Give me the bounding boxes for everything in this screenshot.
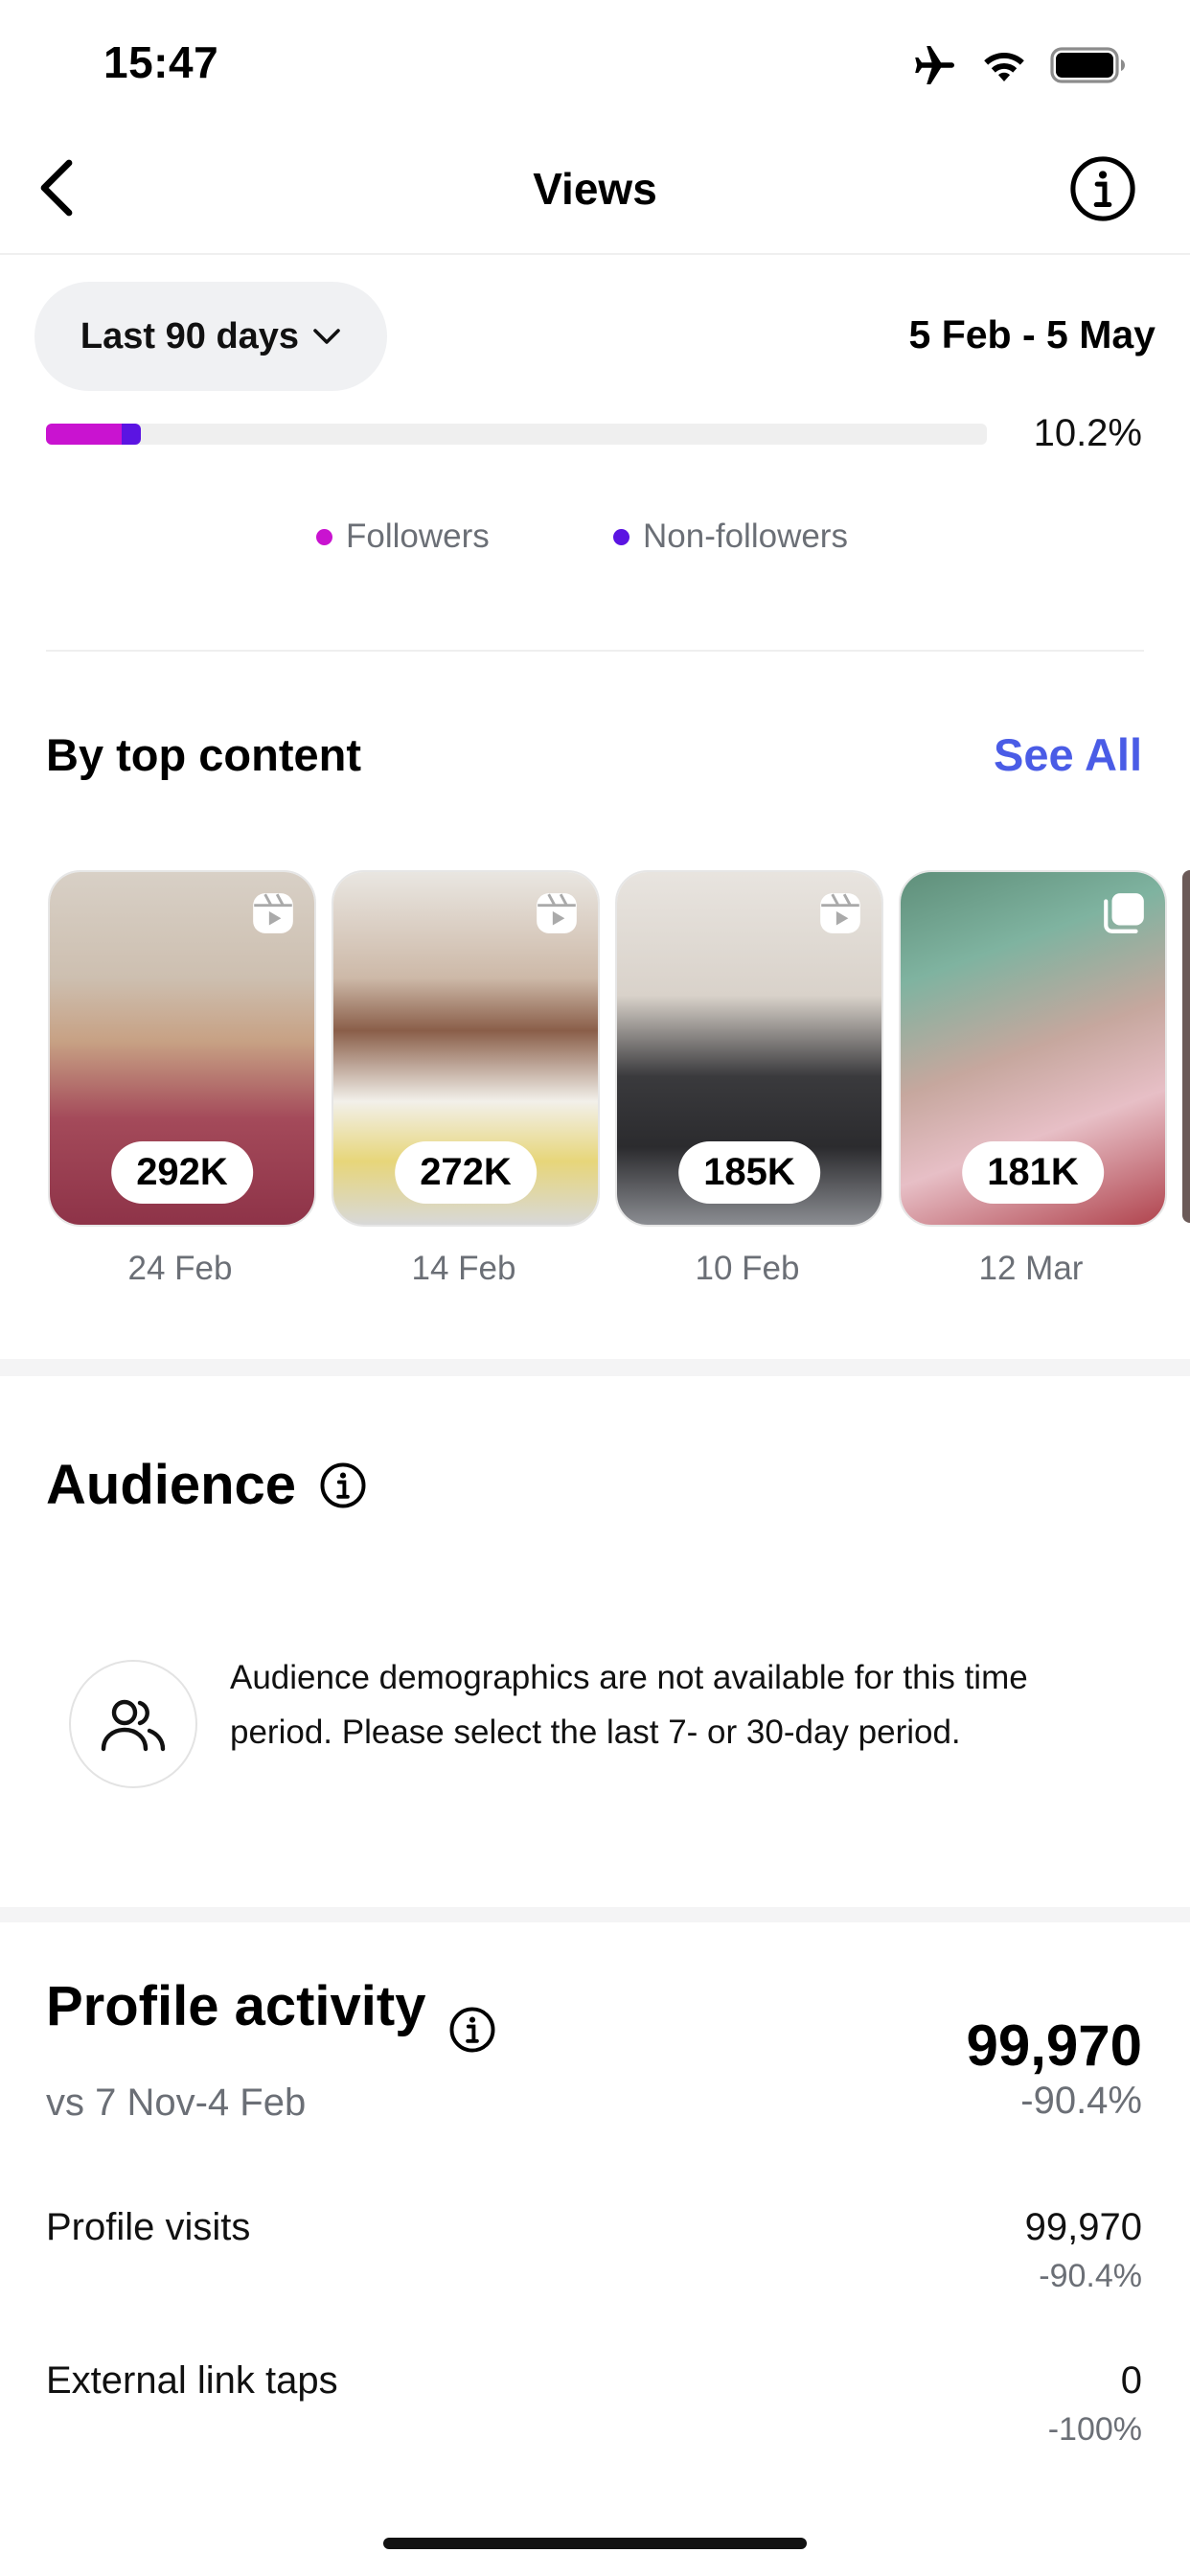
followers-bar-fill [46,424,122,445]
audience-title-text: Audience [46,1454,297,1516]
section-divider [46,650,1144,652]
card-date: 12 Mar [978,1250,1084,1287]
reel-icon [253,893,293,933]
legend-followers-label: Followers [346,518,490,555]
nonfollowers-bar-fill [121,424,142,445]
wifi-icon [984,52,1024,81]
airplane-icon [915,46,954,84]
external-link-taps-label: External link taps [46,2359,338,2402]
info-icon [1070,156,1135,221]
card-date: 10 Feb [695,1250,800,1287]
comparison-period: vs 7 Nov-4 Feb [46,2082,307,2124]
info-icon[interactable] [448,2006,496,2054]
home-indicator[interactable] [383,2538,807,2549]
legend-nonfollowers-label: Non-followers [643,518,848,555]
section-separator [0,1907,1190,1922]
profile-activity-title-text: Profile activity [46,1975,426,2037]
followers-dot [316,528,332,545]
top-content-title: By top content [46,729,361,780]
audience-unavailable-message: Audience demographics are not available … [230,1659,1028,1751]
status-icons [912,44,1127,86]
audience-title: Audience [46,1453,367,1517]
external-link-taps-delta: -100% [1047,2411,1142,2448]
profile-visits-value: 99,970 [1024,2206,1142,2248]
people-icon-circle [69,1660,197,1788]
page-title: Views [533,164,657,214]
reel-icon [537,893,577,933]
selected-date-range: 5 Feb - 5 May [908,312,1156,356]
top-content-card[interactable]: 185K [615,870,883,1227]
nonfollowers-dot [613,528,629,545]
profile-visits-label: Profile visits [46,2206,251,2248]
card-date: 24 Feb [127,1250,233,1287]
nav-divider [0,253,1190,255]
profile-activity-title: Profile activity [46,1974,496,2053]
profile-visits-delta: -90.4% [1039,2258,1142,2294]
battery-icon [1050,47,1125,83]
date-range-dropdown-label: Last 90 days [80,315,300,356]
external-link-taps-value: 0 [1120,2359,1142,2402]
card-date: 14 Feb [411,1250,516,1287]
date-range-dropdown[interactable]: Last 90 days [34,282,387,391]
info-icon[interactable] [319,1461,367,1509]
card-views: 292K [111,1141,253,1204]
section-separator [0,1359,1190,1376]
carousel-icon [1104,893,1144,933]
top-content-card[interactable]: 272K [332,870,600,1227]
profile-activity-total: 99,970 [966,2013,1142,2078]
reel-icon [820,893,860,933]
audience-split-bar [46,424,987,445]
legend-nonfollowers: Non-followers [613,518,848,556]
top-content-card[interactable]: 292K [48,870,316,1227]
people-icon [101,1699,166,1752]
status-time: 15:47 [103,37,219,87]
info-button[interactable] [1069,155,1136,222]
card-views: 185K [678,1141,820,1204]
card-views: 181K [962,1141,1104,1204]
audience-split-value: 10.2% [1033,412,1142,454]
legend-followers: Followers [316,518,490,556]
next-card-edge [1182,870,1190,1223]
see-all-link[interactable]: See All [994,728,1142,781]
top-content-card[interactable]: 181K [899,870,1167,1227]
card-views: 272K [395,1141,537,1204]
profile-activity-total-delta: -90.4% [1020,2080,1142,2122]
chevron-down-icon [313,329,340,344]
